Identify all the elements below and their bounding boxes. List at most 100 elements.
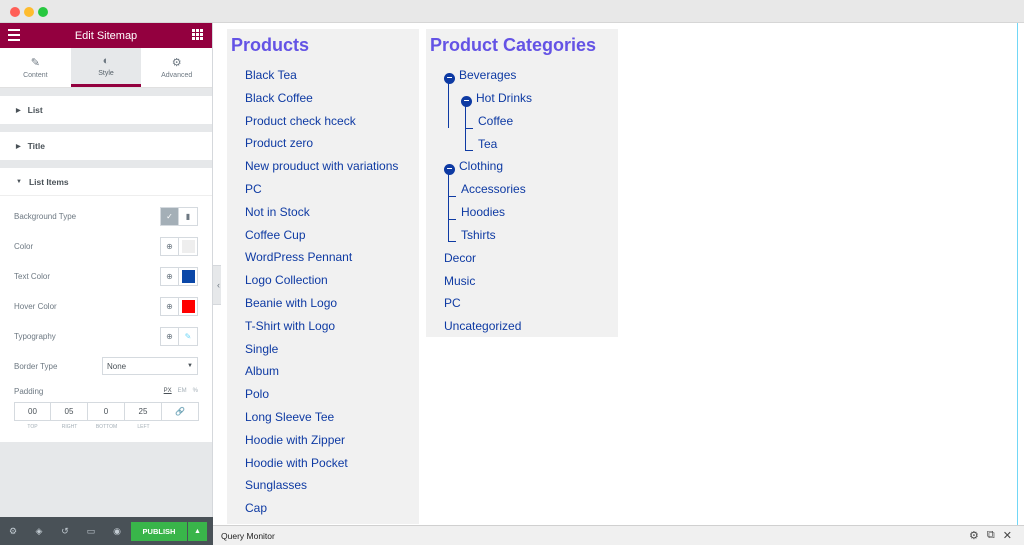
close-icon[interactable]: ✕ bbox=[1003, 529, 1012, 542]
product-item[interactable]: Long Sleeve Tee bbox=[245, 410, 334, 424]
list-items-controls: Background Type ✓ ▮ Color ⊕ Text Color ⊕… bbox=[0, 196, 212, 442]
section-list-items[interactable]: ▼ List Items bbox=[0, 168, 212, 196]
global-colors-icon[interactable]: ⊕ bbox=[160, 236, 179, 256]
navigator-icon[interactable]: ◈ bbox=[26, 526, 52, 537]
section-title-label: Title bbox=[27, 141, 45, 151]
caret-right-icon: ▶ bbox=[16, 107, 21, 114]
category-tea[interactable]: Tea bbox=[478, 137, 497, 151]
unit-px[interactable]: PX bbox=[164, 388, 172, 394]
category-tshirts[interactable]: Tshirts bbox=[461, 228, 496, 242]
editor-panel: Edit Sitemap ✎ Content ◐ Style ⚙ Advance… bbox=[0, 23, 213, 545]
close-window-button[interactable] bbox=[10, 7, 20, 17]
category-beverages-label: Beverages bbox=[459, 68, 517, 82]
pencil-icon: ✎ bbox=[30, 56, 40, 69]
category-hoodies[interactable]: Hoodies bbox=[461, 205, 505, 219]
padding-right-input[interactable]: 05 bbox=[51, 402, 88, 421]
typography-control: Typography ⊕ ✎ bbox=[14, 326, 198, 346]
category-music[interactable]: Music bbox=[444, 274, 475, 288]
category-coffee[interactable]: Coffee bbox=[478, 114, 513, 128]
padding-bottom-input[interactable]: 0 bbox=[88, 402, 125, 421]
collapse-icon[interactable]: – bbox=[461, 96, 472, 107]
padding-top-label: TOP bbox=[27, 424, 38, 430]
category-accessories[interactable]: Accessories bbox=[461, 182, 526, 196]
category-hot-drinks[interactable]: – Hot Drinks bbox=[461, 91, 532, 107]
product-item[interactable]: Logo Collection bbox=[245, 273, 328, 287]
category-pc[interactable]: PC bbox=[444, 296, 461, 310]
settings-icon[interactable]: ⚙ bbox=[0, 526, 26, 537]
edit-typography-icon[interactable]: ✎ bbox=[179, 326, 198, 346]
tree-line bbox=[465, 150, 473, 151]
product-item[interactable]: Hoodie with Pocket bbox=[245, 456, 348, 470]
border-type-select[interactable]: None ▼ bbox=[102, 357, 198, 375]
product-item[interactable]: T-Shirt with Logo bbox=[245, 319, 335, 333]
tab-style[interactable]: ◐ Style bbox=[70, 48, 142, 87]
history-icon[interactable]: ↺ bbox=[52, 526, 78, 537]
tree-line bbox=[448, 172, 449, 242]
product-item[interactable]: Hoodie with Zipper bbox=[245, 433, 345, 447]
product-item[interactable]: Coffee Cup bbox=[245, 228, 306, 242]
unit-percent[interactable]: % bbox=[193, 388, 198, 394]
tree-line bbox=[465, 128, 473, 129]
collapse-icon[interactable]: – bbox=[444, 73, 455, 84]
text-color-swatch bbox=[181, 269, 195, 283]
query-monitor-label[interactable]: Query Monitor bbox=[221, 531, 275, 541]
padding-left-input[interactable]: 25 bbox=[125, 402, 162, 421]
responsive-icon[interactable]: ▭ bbox=[78, 526, 104, 537]
tab-advanced[interactable]: ⚙ Advanced bbox=[141, 48, 212, 87]
section-title[interactable]: ▶ Title bbox=[0, 132, 212, 160]
global-colors-icon[interactable]: ⊕ bbox=[160, 296, 179, 316]
tab-content[interactable]: ✎ Content bbox=[0, 48, 71, 87]
product-item[interactable]: Polo bbox=[245, 387, 269, 401]
product-item[interactable]: WordPress Pennant bbox=[245, 250, 352, 264]
global-fonts-icon[interactable]: ⊕ bbox=[160, 326, 179, 346]
product-item[interactable]: Product zero bbox=[245, 136, 313, 150]
pop-out-icon[interactable]: ⧉ bbox=[987, 529, 995, 542]
product-item[interactable]: Black Coffee bbox=[245, 91, 313, 105]
minimize-window-button[interactable] bbox=[24, 7, 34, 17]
link-values-icon[interactable]: 🔗 bbox=[162, 402, 199, 421]
collapse-icon[interactable]: – bbox=[444, 164, 455, 175]
hover-color-label: Hover Color bbox=[14, 301, 57, 311]
brush-icon[interactable]: ✓ bbox=[160, 206, 179, 226]
product-item[interactable]: Sunglasses bbox=[245, 478, 307, 492]
product-item[interactable]: Single bbox=[245, 342, 278, 356]
product-item[interactable]: Product check hceck bbox=[245, 114, 356, 128]
section-list[interactable]: ▶ List bbox=[0, 96, 212, 124]
product-item[interactable]: Album bbox=[245, 364, 279, 378]
padding-top-input[interactable]: 00 bbox=[14, 402, 51, 421]
hover-color-picker[interactable] bbox=[179, 296, 198, 316]
category-clothing[interactable]: – Clothing bbox=[444, 159, 503, 175]
color-picker[interactable] bbox=[179, 236, 198, 256]
category-decor[interactable]: Decor bbox=[444, 251, 476, 265]
tree-line bbox=[448, 81, 449, 128]
category-beverages[interactable]: – Beverages bbox=[444, 68, 516, 84]
global-colors-icon[interactable]: ⊕ bbox=[160, 266, 179, 286]
border-type-control: Border Type None ▼ bbox=[14, 356, 198, 376]
hamburger-menu-icon[interactable] bbox=[8, 29, 20, 41]
product-item[interactable]: Not in Stock bbox=[245, 205, 310, 219]
publish-options-button[interactable]: ▲ bbox=[188, 522, 207, 541]
text-color-picker[interactable] bbox=[179, 266, 198, 286]
contrast-icon: ◐ bbox=[102, 55, 110, 67]
product-item[interactable]: Beanie with Logo bbox=[245, 296, 337, 310]
products-column: Products Black Tea Black Coffee Product ch… bbox=[227, 29, 419, 524]
product-item[interactable]: PC bbox=[245, 182, 262, 196]
gear-icon: ⚙ bbox=[171, 56, 182, 69]
product-item[interactable]: New prouduct with variations bbox=[245, 159, 398, 173]
border-type-label: Border Type bbox=[14, 361, 58, 371]
tree-line bbox=[448, 241, 456, 242]
window-titlebar bbox=[0, 0, 1024, 23]
unit-em[interactable]: EM bbox=[178, 388, 187, 394]
widgets-grid-icon[interactable] bbox=[192, 29, 203, 40]
gear-icon[interactable]: ⚙ bbox=[969, 529, 979, 542]
panel-footer: ⚙ ◈ ↺ ▭ ◉ PUBLISH ▲ bbox=[0, 517, 213, 545]
preview-icon[interactable]: ◉ bbox=[104, 526, 130, 537]
color-swatch bbox=[181, 239, 195, 253]
background-type-label: Background Type bbox=[14, 211, 77, 221]
publish-button[interactable]: PUBLISH bbox=[131, 522, 187, 541]
product-item[interactable]: Black Tea bbox=[245, 68, 297, 82]
product-item[interactable]: Cap bbox=[245, 501, 267, 515]
gradient-icon[interactable]: ▮ bbox=[179, 206, 198, 226]
category-uncategorized[interactable]: Uncategorized bbox=[444, 319, 521, 333]
maximize-window-button[interactable] bbox=[38, 7, 48, 17]
